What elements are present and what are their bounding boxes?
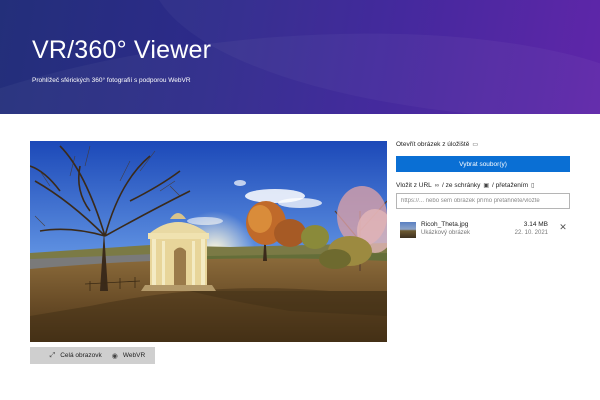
open-storage-label: Otevřít obrázek z úložiště ▭ <box>396 141 570 148</box>
clipboard-label-text: / ze schránky <box>442 182 481 189</box>
document-icon: ▯ <box>531 183 535 189</box>
webvr-label: WebVR <box>122 352 146 359</box>
file-size: 3.14 MB <box>523 221 548 228</box>
page-subtitle: Prohlížeč sférických 360° fotografií s p… <box>32 77 191 84</box>
file-thumbnail <box>400 222 416 238</box>
page-title: VR/360° Viewer <box>32 36 212 64</box>
fullscreen-label: Celá obrazovka <box>60 352 106 359</box>
folder-icon: ▭ <box>472 142 479 148</box>
header-banner: VR/360° Viewer Prohlížeč sférických 360°… <box>0 0 600 114</box>
close-icon[interactable]: ✕ <box>558 222 568 232</box>
panorama-viewer[interactable] <box>30 141 387 342</box>
url-label: Vložit z URL ∞ / ze schránky ▣ / přetaže… <box>396 182 570 189</box>
clipboard-icon: ▣ <box>483 183 490 189</box>
open-storage-text: Otevřít obrázek z úložiště <box>396 141 470 148</box>
choose-files-button[interactable]: Vybrat soubor(y) <box>396 156 570 172</box>
file-name: Ricoh_Theta.jpg <box>421 221 469 228</box>
expand-icon: ⤢ <box>49 351 56 359</box>
file-description: Ukázkový obrázek <box>421 230 471 236</box>
panorama-image[interactable] <box>30 141 387 342</box>
webvr-button[interactable]: ◉ WebVR <box>102 347 155 364</box>
url-label-text: Vložit z URL <box>396 182 432 189</box>
eye-icon: ◉ <box>111 352 118 360</box>
drag-label-text: / přetažením <box>492 182 529 189</box>
file-list-item[interactable]: Ricoh_Theta.jpg Ukázkový obrázek 3.14 MB… <box>396 221 570 243</box>
file-date: 22. 10. 2021 <box>514 230 548 236</box>
link-icon: ∞ <box>434 182 440 189</box>
url-input[interactable] <box>396 193 570 209</box>
file-panel: Otevřít obrázek z úložiště ▭ Vybrat soub… <box>396 141 570 243</box>
